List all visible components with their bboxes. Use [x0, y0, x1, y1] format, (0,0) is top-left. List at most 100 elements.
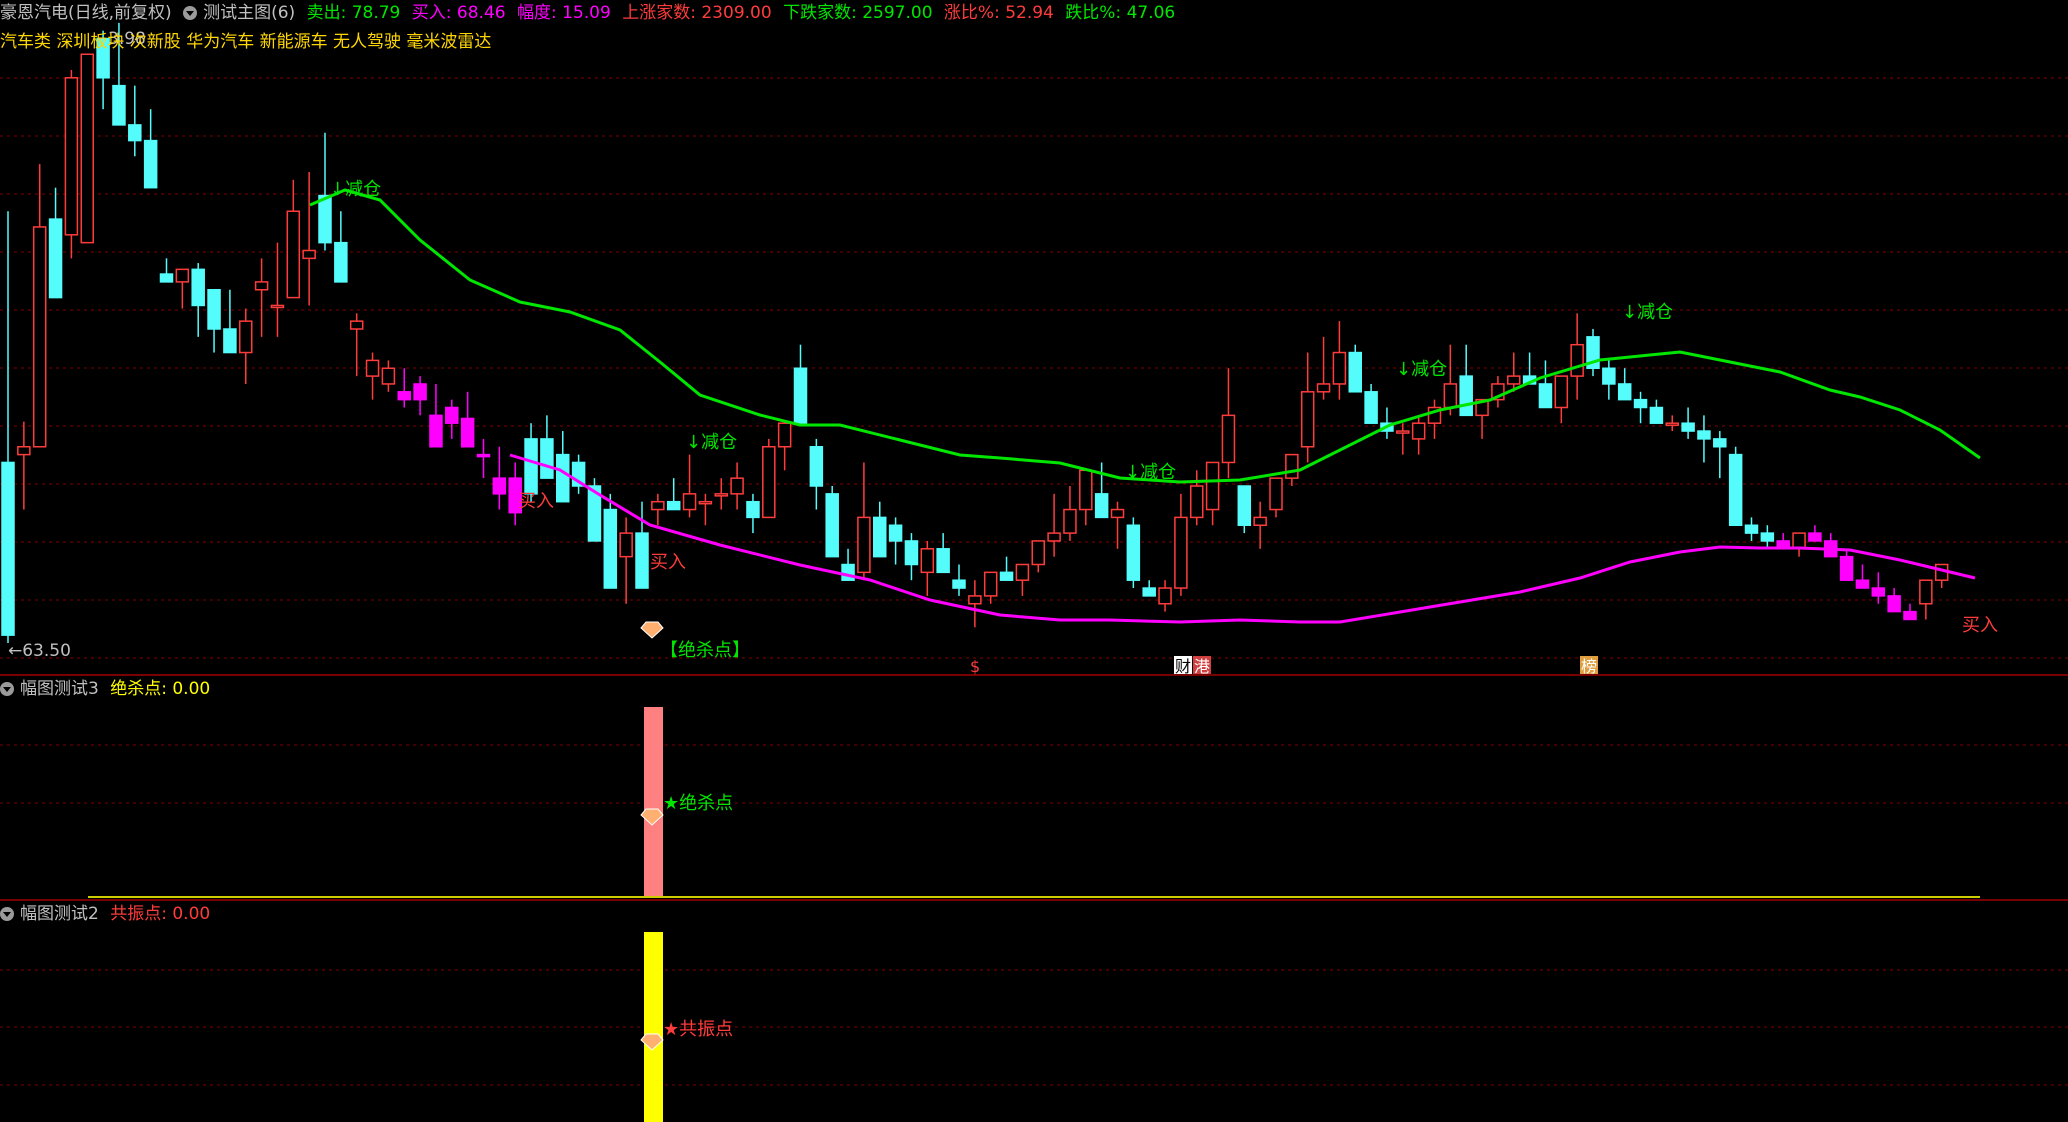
candle-body — [1887, 595, 1901, 613]
reduce-position-label: ↓减仓 — [686, 432, 737, 453]
candle-body — [1205, 461, 1220, 511]
candle-body — [1808, 532, 1822, 542]
candle-body — [1079, 469, 1093, 511]
candle-body — [1158, 587, 1172, 605]
candle-body — [239, 320, 253, 354]
candle-body — [1269, 477, 1283, 511]
candle-body — [1538, 383, 1553, 409]
buy-signal-label: 买入 — [650, 552, 686, 573]
panel3-title[interactable]: 幅图测试2 — [20, 904, 99, 924]
candle-body — [809, 446, 824, 487]
candle-body — [1507, 375, 1521, 385]
candle-body — [1094, 493, 1109, 519]
candle-body — [1142, 587, 1156, 597]
buy-value: 买入: 68.46 — [411, 3, 506, 23]
reduce-position-label: ↓减仓 — [1125, 462, 1176, 483]
panel3-value: 共振点: 0.00 — [110, 904, 211, 924]
candle-body — [1570, 343, 1584, 377]
candle-body — [1744, 524, 1759, 534]
candle-body — [1602, 367, 1616, 385]
candle-body — [207, 289, 221, 330]
candle-body — [1792, 532, 1806, 550]
candle-body — [936, 548, 950, 574]
panel3-dropdown-icon[interactable] — [0, 907, 14, 921]
candle-body — [651, 500, 665, 511]
candle-body — [1063, 508, 1077, 534]
candle-body — [952, 579, 966, 589]
indicator-dropdown-icon[interactable] — [183, 6, 198, 20]
candle-body — [349, 320, 364, 330]
candle-body — [904, 540, 919, 566]
candle-body — [841, 563, 855, 581]
indicator-name[interactable]: 测试主图(6) — [203, 3, 295, 23]
candle-body — [1649, 406, 1664, 424]
panel2-dropdown-icon[interactable] — [0, 682, 14, 696]
concept-tags: 汽车类 深圳板块 次新股 华为汽车 新能源车 无人驾驶 毫米波雷达 — [0, 32, 492, 52]
panel2-title[interactable]: 幅图测试3 — [20, 679, 99, 699]
candle-body — [619, 532, 633, 558]
candle-body — [17, 446, 31, 456]
candle-body — [1253, 516, 1267, 527]
reduce-position-label: ↓减仓 — [1396, 359, 1447, 380]
candle-body — [1110, 508, 1125, 519]
panel2-header: 幅图测试3 绝杀点: 0.00 — [0, 678, 216, 700]
candle-body — [1174, 516, 1188, 589]
candle-body — [159, 273, 174, 283]
candle-body — [32, 226, 47, 448]
down-ratio: 跌比%: 47.06 — [1065, 3, 1176, 23]
up-count: 上涨家数: 2309.00 — [622, 3, 772, 23]
stock-chart[interactable]: ↓减仓↓减仓↓减仓↓减仓↓减仓买入买入买入【绝杀点】$ 财港榜←63.503.98… — [0, 0, 2068, 1122]
candle-body — [857, 516, 871, 574]
candle-body — [920, 548, 935, 574]
candle-body — [888, 524, 903, 542]
candle-body — [777, 422, 792, 448]
candle-body — [1411, 422, 1426, 440]
candle-body — [381, 367, 396, 385]
candle-body — [429, 414, 443, 448]
candle-body — [1237, 485, 1252, 526]
candle-body — [286, 210, 301, 299]
panel3-header: 幅图测试2 共振点: 0.00 — [0, 903, 216, 925]
candle-body — [556, 453, 570, 503]
candle-body — [112, 84, 126, 126]
event-marker-bang: 榜 — [1581, 657, 1597, 676]
candle-body — [999, 571, 1014, 581]
candle-body — [254, 281, 269, 291]
candle-body — [873, 516, 887, 558]
candle-body — [746, 500, 760, 519]
reduce-position-label: ↓减仓 — [330, 179, 381, 200]
candle-body — [825, 493, 839, 558]
candle-body — [492, 477, 507, 495]
candle-body — [793, 367, 808, 424]
candle-body — [1554, 375, 1569, 409]
main-header: 豪恩汽电(日线,前复权) 测试主图(6) 卖出: 78.79 买入: 68.46… — [0, 2, 1181, 24]
candle-body — [1459, 375, 1473, 417]
candle-body — [64, 77, 79, 236]
candle-body — [666, 500, 681, 511]
candle-body — [318, 194, 332, 244]
candle-body — [698, 500, 713, 505]
candle-body — [191, 268, 205, 307]
resonance-bar — [644, 932, 663, 1122]
stock-name[interactable]: 豪恩汽电(日线,前复权) — [0, 3, 172, 23]
candle-body — [1221, 414, 1236, 464]
event-marker-cai: 财 — [1175, 657, 1191, 676]
candle-body — [223, 328, 237, 354]
candle-body — [1617, 383, 1632, 401]
candle-body — [413, 383, 427, 401]
down-count: 下跌家数: 2597.00 — [783, 3, 933, 23]
candle-body — [635, 532, 649, 589]
candle-body — [983, 571, 998, 597]
candle-body — [1, 461, 15, 636]
candle-body — [1300, 391, 1315, 448]
candle-body — [270, 304, 285, 309]
candle-body — [682, 493, 697, 511]
candle-body — [445, 406, 459, 424]
candle-body — [175, 268, 190, 283]
event-marker-gang: 港 — [1194, 657, 1210, 676]
buy-signal-label: 买入 — [1962, 615, 1998, 636]
candle-body — [524, 438, 538, 495]
candle-body — [1855, 579, 1870, 589]
candle-body — [397, 391, 411, 401]
candle-body — [80, 53, 94, 244]
